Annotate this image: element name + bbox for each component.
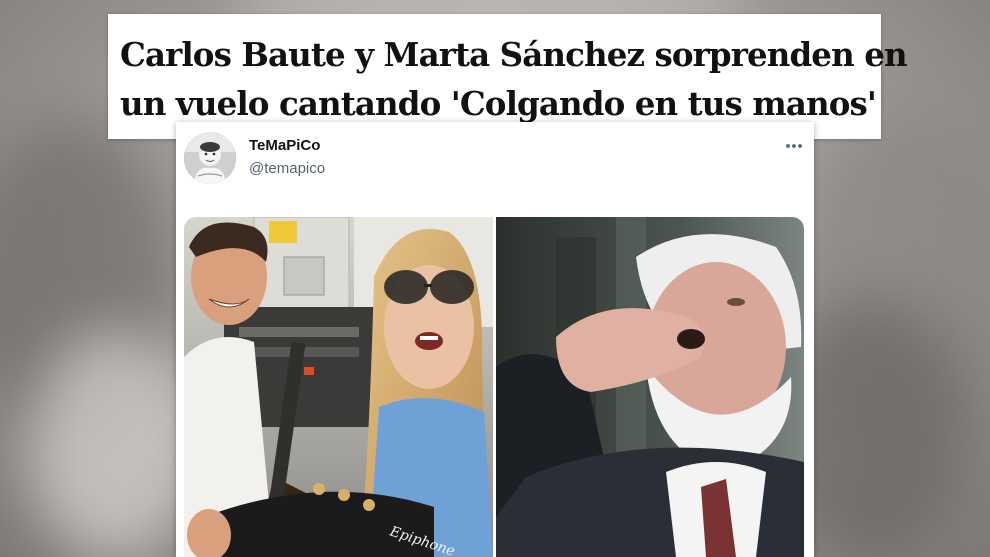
video-frame: Carlos Baute y Marta Sánchez sorprenden …	[0, 0, 990, 557]
tweet-author-handle[interactable]: @temapico	[249, 160, 325, 177]
headline-banner: Carlos Baute y Marta Sánchez sorprenden …	[108, 14, 908, 139]
tweet-author-name[interactable]: TeMaPiCo	[249, 137, 320, 154]
avatar[interactable]	[184, 132, 236, 184]
tweet-media: Epiphone	[184, 217, 804, 557]
headline-text: Carlos Baute y Marta Sánchez sorprenden …	[120, 30, 908, 128]
headline-line-2: un vuelo cantando 'Colgando en tus manos…	[120, 84, 877, 123]
man-drinking-photo[interactable]	[496, 217, 804, 557]
more-horizontal-icon[interactable]	[784, 138, 804, 154]
headline-line-1: Carlos Baute y Marta Sánchez sorprenden …	[120, 35, 908, 74]
blurred-background	[30, 330, 200, 557]
baby-photo-avatar-icon	[184, 132, 236, 184]
tweet-card[interactable]: TeMaPiCo @temapico Epiphone	[176, 122, 814, 557]
singers-on-plane-photo[interactable]: Epiphone	[184, 217, 493, 557]
